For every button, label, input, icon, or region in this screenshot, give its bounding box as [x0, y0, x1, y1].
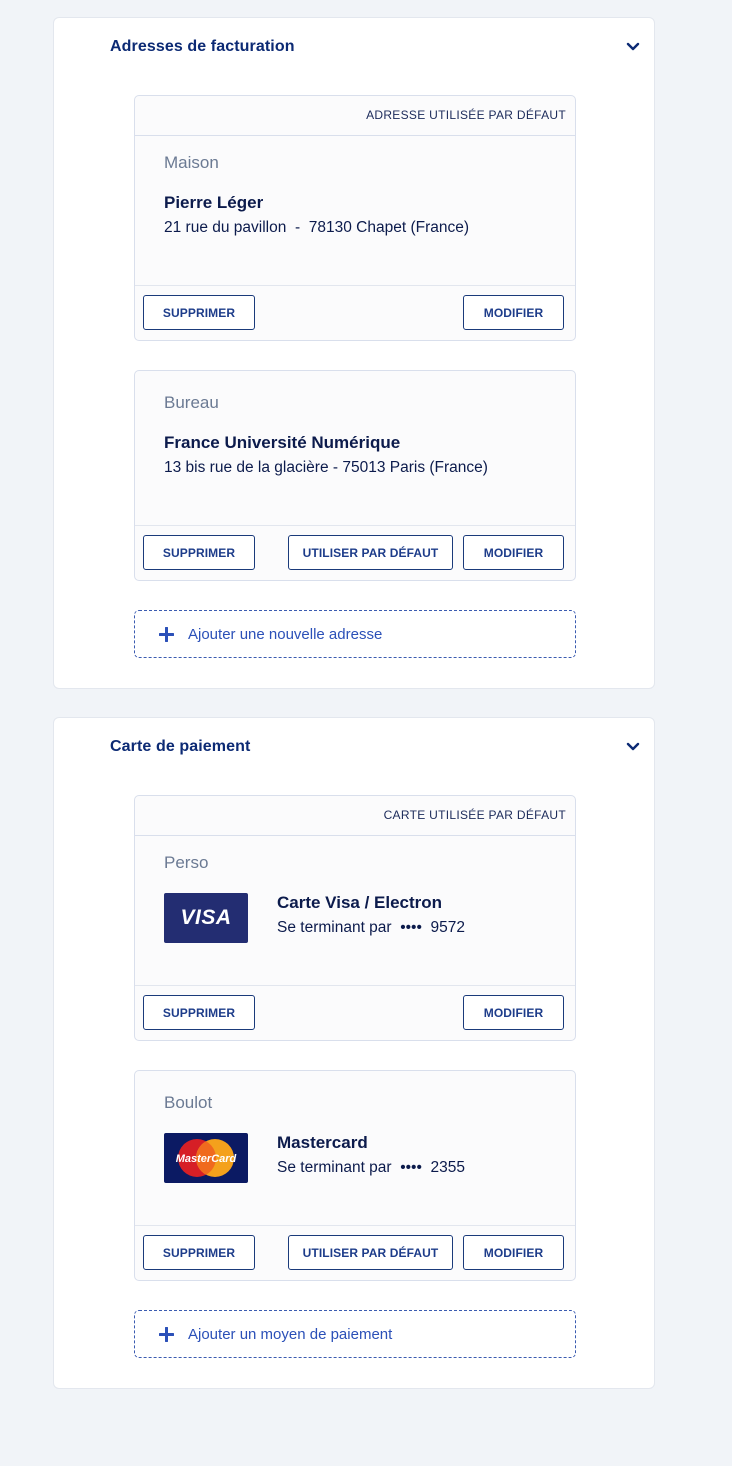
add-address-button[interactable]: Ajouter une nouvelle adresse [134, 610, 576, 658]
set-default-address-button[interactable]: UTILISER PAR DÉFAUT [288, 535, 453, 570]
card-actions: SUPPRIMER UTILISER PAR DÉFAUT MODIFIER [135, 1225, 575, 1280]
default-address-badge: ADRESSE UTILISÉE PAR DÉFAUT [135, 96, 575, 136]
payment-card: CARTE UTILISÉE PAR DÉFAUT Perso VISA Car… [134, 795, 576, 1041]
card-label: Boulot [164, 1093, 213, 1112]
payment-cards-panel: Carte de paiement CARTE UTILISÉE PAR DÉF… [53, 717, 655, 1389]
card-type: Mastercard [277, 1133, 368, 1152]
add-address-label: Ajouter une nouvelle adresse [188, 626, 383, 643]
card-ending: Se terminant par •••• 9572 [277, 919, 465, 936]
edit-card-button[interactable]: MODIFIER [463, 1235, 564, 1270]
delete-card-button[interactable]: SUPPRIMER [143, 995, 255, 1030]
add-payment-method-label: Ajouter un moyen de paiement [188, 1326, 393, 1343]
delete-address-button[interactable]: SUPPRIMER [143, 535, 255, 570]
plus-icon [159, 1327, 174, 1342]
address-card: Bureau France Université Numérique 13 bi… [134, 370, 576, 581]
billing-section-title[interactable]: Adresses de facturation [110, 38, 295, 56]
plus-icon [159, 627, 174, 642]
set-default-card-button[interactable]: UTILISER PAR DÉFAUT [288, 1235, 453, 1270]
edit-card-button[interactable]: MODIFIER [463, 995, 564, 1030]
card-label: Perso [164, 853, 209, 872]
visa-logo-icon: VISA [164, 893, 248, 943]
card-ending: Se terminant par •••• 2355 [277, 1159, 465, 1176]
billing-addresses-panel: Adresses de facturation ADRESSE UTILISÉE… [53, 17, 655, 689]
address-label: Bureau [164, 393, 219, 412]
edit-address-button[interactable]: MODIFIER [463, 535, 564, 570]
address-name: France Université Numérique [164, 433, 401, 452]
payment-card: Boulot MasterCard Mastercard Se terminan… [134, 1070, 576, 1281]
mastercard-logo-icon: MasterCard [164, 1133, 248, 1183]
address-line: 21 rue du pavillon - 78130 Chapet (Franc… [164, 219, 470, 236]
card-type: Carte Visa / Electron [277, 893, 443, 912]
address-label: Maison [164, 153, 219, 172]
edit-address-button[interactable]: MODIFIER [463, 295, 564, 330]
chevron-down-icon[interactable] [626, 742, 640, 752]
card-actions: SUPPRIMER MODIFIER [135, 985, 575, 1040]
address-card-actions: SUPPRIMER MODIFIER [135, 285, 575, 340]
svg-text:MasterCard: MasterCard [176, 1153, 237, 1165]
chevron-down-icon[interactable] [626, 42, 640, 52]
default-card-badge: CARTE UTILISÉE PAR DÉFAUT [135, 796, 575, 836]
address-card-actions: SUPPRIMER UTILISER PAR DÉFAUT MODIFIER [135, 525, 575, 580]
add-payment-method-button[interactable]: Ajouter un moyen de paiement [134, 1310, 576, 1358]
address-line: 13 bis rue de la glacière - 75013 Paris … [164, 459, 488, 476]
address-name: Pierre Léger [164, 193, 264, 212]
delete-card-button[interactable]: SUPPRIMER [143, 1235, 255, 1270]
delete-address-button[interactable]: SUPPRIMER [143, 295, 255, 330]
address-card: ADRESSE UTILISÉE PAR DÉFAUT Maison Pierr… [134, 95, 576, 341]
payment-section-title[interactable]: Carte de paiement [110, 738, 250, 756]
